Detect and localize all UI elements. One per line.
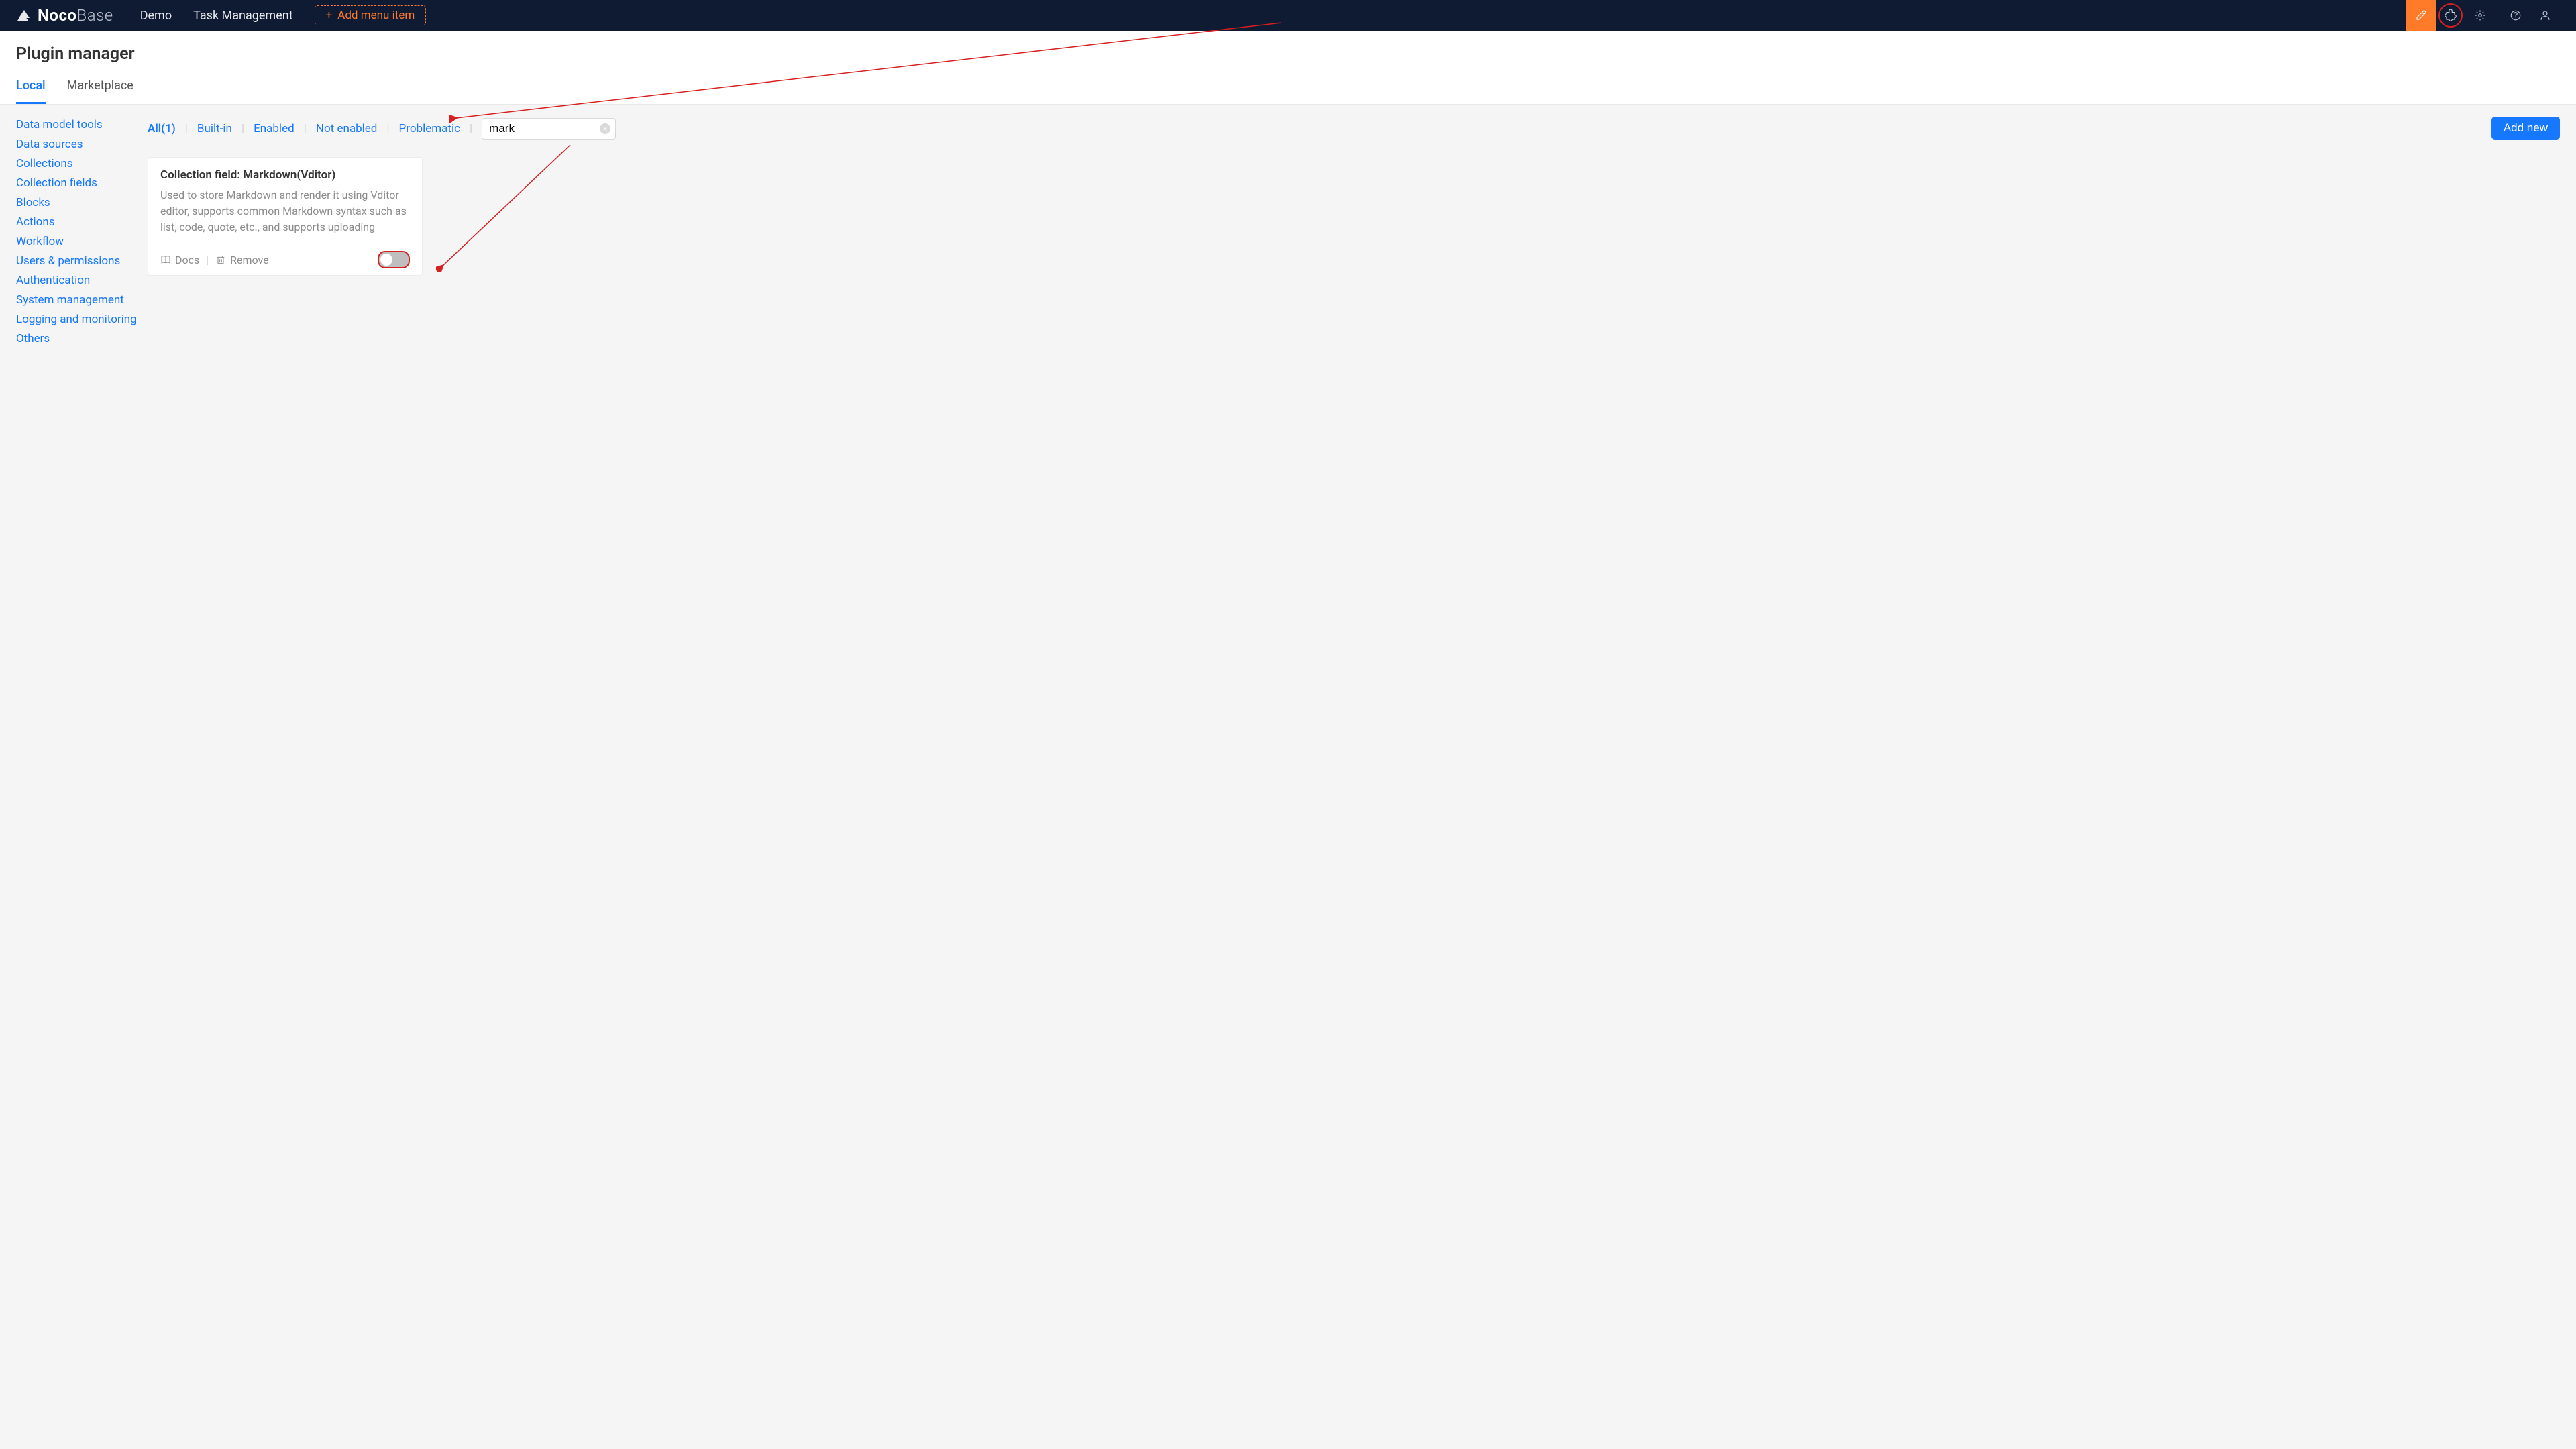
divider: | [206, 254, 209, 266]
filter-not-enabled[interactable]: Not enabled [316, 122, 378, 136]
subtab-local[interactable]: Local [16, 78, 46, 104]
plugin-docs-link[interactable]: Docs [160, 254, 199, 266]
top-menu: Demo Task Management + Add menu item [140, 5, 427, 25]
annotation-arrow-2 [436, 138, 577, 272]
filter-row: All(1) | Built-in | Enabled | Not enable… [148, 118, 2560, 140]
logo-text-main: Noco [38, 6, 77, 25]
sidebar-item-data-sources[interactable]: Data sources [16, 138, 148, 151]
plugin-enable-toggle[interactable] [378, 251, 410, 268]
plugin-remove-link[interactable]: Remove [215, 254, 269, 266]
filter-builtin[interactable]: Built-in [197, 122, 232, 136]
filter-all[interactable]: All(1) [148, 122, 176, 136]
divider: | [470, 122, 472, 136]
plugin-icon [2445, 9, 2457, 21]
trash-icon [215, 254, 226, 265]
sidebar-item-collection-fields[interactable]: Collection fields [16, 176, 148, 190]
gear-icon [2474, 9, 2486, 21]
top-menu-demo[interactable]: Demo [140, 9, 172, 23]
clear-search-icon[interactable]: × [600, 123, 610, 134]
search-box: × [482, 118, 616, 140]
sidebar-item-logging-monitoring[interactable]: Logging and monitoring [16, 313, 148, 326]
search-input[interactable] [482, 118, 616, 140]
page-title: Plugin manager [16, 44, 2560, 64]
sidebar-item-workflow[interactable]: Workflow [16, 235, 148, 248]
plugin-docs-label: Docs [175, 254, 199, 266]
book-icon [160, 254, 171, 265]
top-nav: NocoBase Demo Task Management + Add menu… [0, 0, 2576, 31]
plugin-footer: Docs | Remove [148, 244, 422, 275]
design-mode-button[interactable] [2406, 0, 2436, 31]
sidebar-item-others[interactable]: Others [16, 332, 148, 345]
plugin-card-body: Collection field: Markdown(Vditor) Used … [148, 158, 422, 244]
sidebar-item-data-model-tools[interactable]: Data model tools [16, 118, 148, 131]
filter-problematic[interactable]: Problematic [399, 122, 460, 136]
divider: | [241, 122, 244, 136]
logo-icon [16, 7, 32, 23]
divider: | [185, 122, 188, 136]
divider: | [304, 122, 307, 136]
plugin-card[interactable]: Collection field: Markdown(Vditor) Used … [148, 157, 423, 276]
settings-button[interactable] [2465, 0, 2495, 31]
sidebar-item-blocks[interactable]: Blocks [16, 196, 148, 209]
user-button[interactable] [2530, 0, 2560, 31]
help-button[interactable] [2501, 0, 2530, 31]
add-new-button[interactable]: Add new [2491, 117, 2560, 140]
subtab-marketplace[interactable]: Marketplace [67, 78, 133, 104]
page-header: Plugin manager Local Marketplace [0, 31, 2576, 105]
plus-icon: + [326, 9, 333, 22]
body: Data model tools Data sources Collection… [0, 105, 2576, 1449]
top-nav-right [2406, 0, 2560, 31]
help-icon [2510, 9, 2522, 21]
add-menu-item-button[interactable]: + Add menu item [315, 5, 427, 25]
sidebar: Data model tools Data sources Collection… [0, 105, 148, 1449]
sidebar-item-actions[interactable]: Actions [16, 215, 148, 229]
sidebar-item-users-permissions[interactable]: Users & permissions [16, 254, 148, 268]
sidebar-item-collections[interactable]: Collections [16, 157, 148, 170]
plugin-manager-button[interactable] [2436, 0, 2465, 31]
subtabs: Local Marketplace [16, 78, 2560, 104]
plugin-remove-label: Remove [230, 254, 269, 266]
highlighter-icon [2415, 9, 2427, 21]
divider: | [386, 122, 389, 136]
top-menu-task-management[interactable]: Task Management [193, 9, 292, 23]
add-menu-item-label: Add menu item [337, 9, 415, 22]
content: All(1) | Built-in | Enabled | Not enable… [148, 105, 2576, 1449]
plugin-title: Collection field: Markdown(Vditor) [160, 168, 410, 182]
user-icon [2539, 9, 2551, 21]
logo-text-sub: Base [77, 6, 113, 25]
app-logo[interactable]: NocoBase [16, 6, 113, 25]
sidebar-item-system-management[interactable]: System management [16, 293, 148, 307]
sidebar-item-authentication[interactable]: Authentication [16, 274, 148, 287]
filter-enabled[interactable]: Enabled [254, 122, 294, 136]
plugin-description: Used to store Markdown and render it usi… [160, 187, 410, 235]
